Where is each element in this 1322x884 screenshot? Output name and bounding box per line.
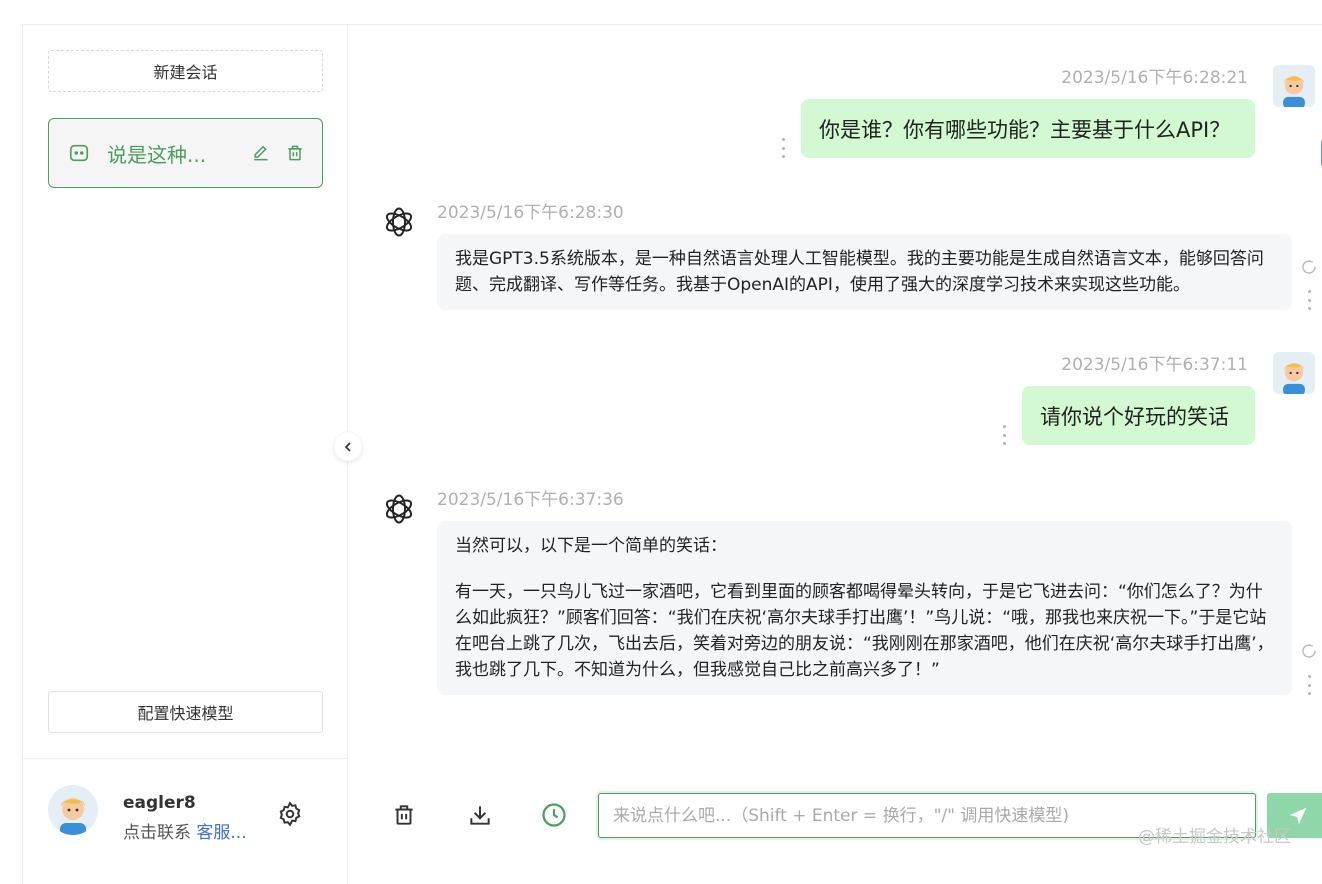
openai-logo-icon — [379, 489, 419, 529]
message-timestamp: 2023/5/16下午6:28:30 — [437, 203, 624, 223]
avatar[interactable] — [48, 785, 98, 835]
message-paragraph: 有一天，一只鸟儿飞过一家酒吧，它看到里面的顾客都喝得晕头转向，于是它飞进去问：“… — [455, 582, 1274, 680]
message-timestamp: 2023/5/16下午6:37:36 — [437, 490, 624, 510]
settings-gear-icon[interactable] — [275, 799, 305, 829]
chat-bubble-icon — [67, 141, 91, 165]
user-avatar — [1273, 65, 1315, 107]
message-paragraph: 我是GPT3.5系统版本，是一种自然语言处理人工智能模型。我的主要功能是生成自然… — [455, 249, 1264, 295]
new-chat-button[interactable]: 新建会话 — [48, 50, 323, 92]
download-icon[interactable] — [463, 798, 497, 832]
delete-icon[interactable] — [282, 140, 308, 166]
regenerate-icon[interactable] — [1299, 257, 1319, 277]
message-timestamp: 2023/5/16下午6:28:21 — [1061, 68, 1248, 88]
contact-text: 点击联系 客服... — [123, 818, 247, 843]
message-paragraph: 当然可以，以下是一个简单的笑话： — [455, 536, 727, 556]
user-panel: eagler8 点击联系 客服... — [23, 758, 348, 868]
customer-service-link[interactable]: 客服... — [196, 823, 246, 843]
user-name: eagler8 — [123, 793, 196, 813]
conversation-title: 说是这种... — [107, 142, 207, 167]
chat-app: 新建会话 说是这种... 配置快速模型 eagler8 点击联系 客服... 2… — [22, 24, 1322, 884]
conversation-item[interactable]: 说是这种... — [48, 118, 323, 188]
user-message-bubble: 请你说个好玩的笑话 — [1022, 386, 1255, 445]
assistant-message-bubble: 我是GPT3.5系统版本，是一种自然语言处理人工智能模型。我的主要功能是生成自然… — [437, 234, 1292, 310]
message-options-icon[interactable] — [779, 138, 787, 158]
clear-trash-icon[interactable] — [387, 798, 421, 832]
configure-quick-model-button[interactable]: 配置快速模型 — [48, 691, 323, 733]
message-options-icon[interactable] — [1305, 290, 1313, 310]
sidebar: 新建会话 说是这种... 配置快速模型 eagler8 点击联系 客服... — [23, 25, 348, 884]
user-message-bubble: 你是谁？你有哪些功能？主要基于什么API？ — [801, 99, 1255, 158]
message-options-icon[interactable] — [1000, 425, 1008, 445]
edit-icon[interactable] — [248, 140, 274, 166]
watermark: @稀土掘金技术社区 — [1138, 827, 1291, 847]
openai-logo-icon — [379, 202, 419, 242]
regenerate-icon[interactable] — [1299, 641, 1319, 661]
message-options-icon[interactable] — [1305, 675, 1313, 695]
history-clock-icon[interactable] — [537, 798, 571, 832]
chat-panel: 2023/5/16下午6:28:21 你是谁？你有哪些功能？主要基于什么API？… — [349, 25, 1322, 884]
user-avatar — [1273, 352, 1315, 394]
message-timestamp: 2023/5/16下午6:37:11 — [1061, 355, 1248, 375]
contact-prefix: 点击联系 — [123, 823, 197, 843]
assistant-message-bubble: 当然可以，以下是一个简单的笑话： 有一天，一只鸟儿飞过一家酒吧，它看到里面的顾客… — [437, 521, 1292, 695]
